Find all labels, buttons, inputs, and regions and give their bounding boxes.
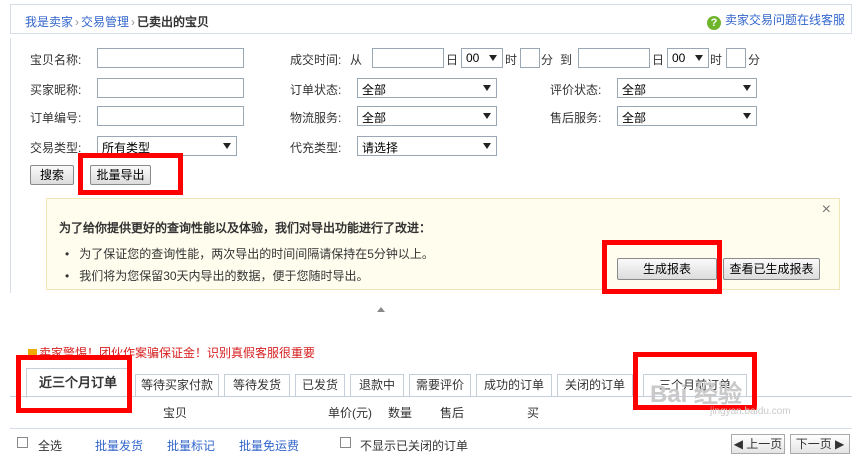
help-icon: ? [706, 16, 721, 30]
help-link-label: 卖家交易问题在线客服 [724, 13, 845, 27]
start-minute-input[interactable] [520, 48, 540, 68]
notice-item: 为了保证您的查询性能，两次导出的时间间隔请保持在5分钟以上。 [65, 243, 434, 265]
chevron-down-icon [743, 85, 751, 91]
page-title: 已卖出的宝贝 [137, 15, 210, 29]
select-all-label: 全选 [38, 439, 63, 453]
order-status-value: 全部 [362, 83, 387, 97]
recharge-type-select[interactable]: 请选择 [357, 136, 497, 156]
tab-refunding[interactable]: 退款中 [350, 374, 404, 396]
aftersale-select[interactable]: 全部 [617, 106, 757, 126]
tab-closed-orders[interactable]: 关闭的订单 [557, 374, 633, 396]
tab-shipped[interactable]: 已发货 [295, 374, 345, 396]
notice-title: 为了给你提供更好的查询性能以及体验，我们对导出功能进行了改进： [59, 221, 432, 235]
buyer-nick-input[interactable] [97, 78, 244, 98]
end-hour-select[interactable]: 00 [667, 48, 709, 68]
highlight-recent-orders-tab [16, 355, 132, 413]
watermark-logo: Bai 经验 [650, 381, 743, 408]
column-aftersale: 售后 [440, 406, 465, 420]
tab-awaiting-shipment[interactable]: 等待发货 [224, 374, 290, 396]
batch-mark-link[interactable]: 批量标记 [167, 437, 215, 454]
chevron-down-icon [743, 113, 751, 119]
online-help-link[interactable]: ? 卖家交易问题在线客服 [706, 11, 845, 30]
hide-closed-label: 不显示已关闭的订单 [360, 439, 469, 453]
watermark-url: jingyan.baidu.com [710, 406, 791, 417]
column-buyer: 买 [527, 406, 540, 420]
breadcrumb-seller-home[interactable]: 我是卖家 [25, 15, 73, 29]
breadcrumb-trade-management[interactable]: 交易管理 [81, 15, 129, 29]
end-minute-unit: 分 [748, 53, 761, 67]
recharge-type-label: 代充类型: [290, 141, 342, 155]
aftersale-value: 全部 [622, 111, 647, 125]
next-page-button[interactable]: 下一页 ▶ [790, 434, 850, 454]
column-unit-price: 单价(元) [328, 406, 372, 420]
deal-time-from-label: 从 [350, 53, 363, 67]
highlight-generate-report [602, 240, 722, 294]
logistics-label: 物流服务: [290, 111, 342, 125]
notice-list: 为了保证您的查询性能，两次导出的时间间隔请保持在5分钟以上。 我们将为您保留30… [65, 243, 434, 287]
batch-ship-link[interactable]: 批量发货 [95, 437, 143, 454]
end-date-input[interactable] [578, 48, 650, 68]
end-minute-input[interactable] [726, 48, 746, 68]
hide-closed-checkbox[interactable] [340, 437, 351, 448]
baidu-watermark: Bai 经验 jingyan.baidu.com [640, 368, 860, 428]
start-hour-select[interactable]: 00 [461, 48, 503, 68]
select-all-checkbox[interactable] [17, 437, 28, 448]
highlight-export-button [78, 153, 183, 195]
chevron-down-icon [223, 143, 231, 149]
batch-free-shipping-link[interactable]: 批量免运费 [239, 437, 299, 454]
logistics-select[interactable]: 全部 [357, 106, 497, 126]
item-name-label: 宝贝名称: [30, 53, 82, 67]
end-hour-value: 00 [672, 51, 686, 65]
order-status-select[interactable]: 全部 [357, 78, 497, 98]
chevron-down-icon [483, 85, 491, 91]
trade-type-label: 交易类型: [30, 141, 82, 155]
chevron-down-icon [483, 143, 491, 149]
buyer-nick-label: 买家昵称: [30, 83, 82, 97]
chevron-down-icon [695, 55, 703, 61]
order-number-label: 订单编号: [30, 111, 82, 125]
column-item: 宝贝 [163, 406, 188, 420]
end-hour-unit: 时 [710, 53, 723, 67]
review-status-label: 评价状态: [550, 83, 602, 97]
view-reports-button[interactable]: 查看已生成报表 [723, 258, 820, 280]
logistics-value: 全部 [362, 111, 387, 125]
start-date-input[interactable] [372, 48, 444, 68]
order-number-input[interactable] [97, 106, 244, 126]
deal-time-to-label: 到 [560, 53, 573, 67]
deal-time-label: 成交时间: [290, 53, 342, 67]
chevron-down-icon [483, 113, 491, 119]
aftersale-label: 售后服务: [550, 111, 602, 125]
item-name-input[interactable] [97, 48, 244, 68]
start-hour-value: 00 [466, 51, 480, 65]
tab-needs-review[interactable]: 需要评价 [409, 374, 471, 396]
breadcrumb-bar: 我是卖家 › 交易管理 › 已卖出的宝贝 ? 卖家交易问题在线客服 [10, 4, 852, 34]
review-status-select[interactable]: 全部 [617, 78, 757, 98]
notice-item: 我们将为您保留30天内导出的数据，便于您随时导出。 [65, 265, 434, 287]
start-day-unit: 日 [446, 53, 459, 67]
close-icon[interactable]: × [822, 201, 831, 219]
review-status-value: 全部 [622, 83, 647, 97]
prev-page-button[interactable]: ◀ 上一页 [731, 434, 785, 454]
breadcrumb: 我是卖家 › 交易管理 › 已卖出的宝贝 [25, 15, 210, 29]
chevron-down-icon [489, 55, 497, 61]
order-status-label: 订单状态: [290, 83, 342, 97]
start-hour-unit: 时 [505, 53, 518, 67]
column-quantity: 数量 [388, 406, 413, 420]
start-minute-unit: 分 [541, 53, 554, 67]
tab-awaiting-payment[interactable]: 等待买家付款 [135, 374, 219, 396]
collapse-arrow-icon[interactable] [377, 307, 385, 312]
tab-successful-orders[interactable]: 成功的订单 [476, 374, 552, 396]
recharge-type-value: 请选择 [362, 141, 399, 155]
end-day-unit: 日 [652, 53, 665, 67]
search-button[interactable]: 搜索 [30, 165, 74, 185]
